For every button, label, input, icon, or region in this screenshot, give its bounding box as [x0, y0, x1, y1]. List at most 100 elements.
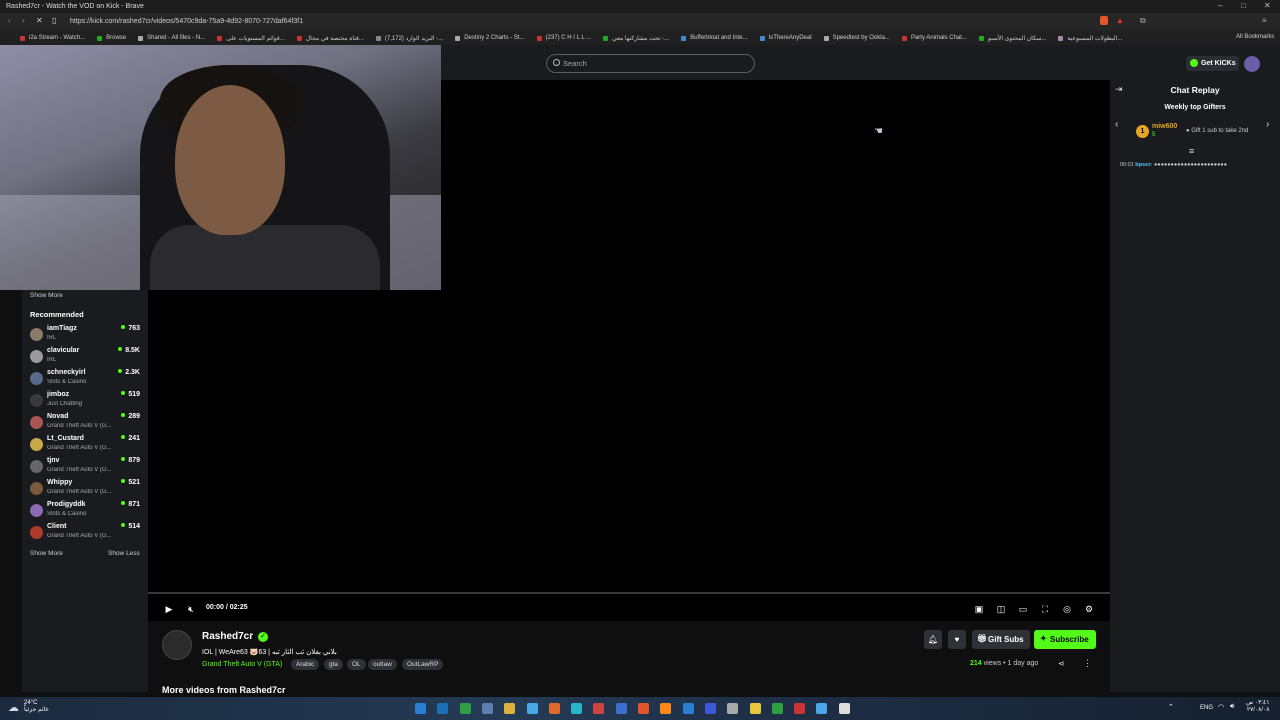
bookmark-item[interactable]: IsThereAnyDeal — [759, 35, 812, 41]
tray-overflow-icon[interactable]: ⌃ — [1168, 703, 1174, 711]
taskbar-app-icon[interactable] — [437, 703, 449, 714]
taskbar-app-icon[interactable] — [771, 703, 783, 714]
forward-icon[interactable]: › — [22, 16, 25, 25]
bookmark-item[interactable]: Party Animals Chat... — [901, 35, 967, 41]
minimize-icon[interactable]: – — [1218, 1, 1222, 10]
url-field[interactable]: https://kick.com/rashed7cr/videos/5470c9… — [70, 15, 303, 29]
tag-chip[interactable]: Arabic — [291, 659, 320, 670]
taskbar-app-icon[interactable] — [504, 703, 516, 714]
recommended-channel[interactable]: Novad Grand Theft Auto V (G... 289 — [30, 413, 142, 435]
follow-heart-icon[interactable]: ♥ — [948, 630, 966, 649]
filter-icon[interactable]: ≡ — [1189, 146, 1194, 156]
recommended-channel[interactable]: clavicular IRL 8.5K — [30, 347, 142, 369]
brave-rewards-icon[interactable]: ▲ — [1116, 16, 1124, 25]
taskbar-app-icon[interactable] — [682, 703, 694, 714]
taskbar-app-icon[interactable] — [548, 703, 560, 714]
recommended-channel[interactable]: tjnv Grand Theft Auto V (G... 879 — [30, 457, 142, 479]
volume-icon[interactable]: 🔊︎ — [1230, 703, 1234, 711]
mini-player-icon[interactable]: ▣ — [973, 603, 985, 615]
bookmark-page-icon[interactable]: ▯ — [52, 16, 56, 25]
settings-icon[interactable]: ⚙ — [1083, 603, 1095, 615]
channel-name[interactable]: Rashed7cr — [202, 631, 253, 642]
clip-icon[interactable]: ◫ — [995, 603, 1007, 615]
mute-icon[interactable]: 🔇︎ — [185, 603, 197, 615]
show-more-following-link[interactable]: Show More — [30, 292, 63, 299]
close-icon[interactable]: ✕ — [1264, 1, 1271, 10]
recommended-channel[interactable]: jimboz Just Chatting 519 — [30, 391, 142, 413]
taskbar-app-icon[interactable] — [481, 703, 493, 714]
taskbar-app-icon[interactable] — [571, 703, 583, 714]
taskbar-app-icon[interactable] — [727, 703, 739, 714]
wifi-icon[interactable]: ◠ — [1218, 703, 1224, 711]
taskbar-app-icon[interactable] — [459, 703, 471, 714]
bookmark-item[interactable]: قناة مختصة في مجال... — [296, 35, 364, 42]
bookmark-item[interactable]: تحت مشاركتها معي -... — [603, 35, 669, 42]
gift-subs-button[interactable]: 🎁︎ Gift Subs — [972, 630, 1030, 649]
bookmark-item[interactable]: (7,172) البريد الوارد -... — [375, 35, 443, 42]
back-icon[interactable]: ‹ — [8, 16, 11, 25]
recommended-channel[interactable]: Prodigyddk Slots & Casino 871 — [30, 501, 142, 523]
taskbar-app-icon[interactable] — [593, 703, 605, 714]
taskbar-app-icon[interactable] — [749, 703, 761, 714]
tag-chip[interactable]: OL — [347, 659, 366, 670]
taskbar-app-icon[interactable] — [638, 703, 649, 714]
brave-shields-icon[interactable] — [1100, 16, 1108, 25]
share-icon[interactable]: ⋖ — [1058, 659, 1065, 668]
bookmark-item[interactable]: Speedtest by Ookla... — [823, 35, 890, 41]
playback-speed-icon[interactable]: ◎ — [1061, 603, 1073, 615]
subscribe-button[interactable]: ✦ Subscribe — [1034, 630, 1096, 649]
extensions-icon[interactable]: ⧉ — [1140, 16, 1146, 26]
bookmark-item[interactable]: Bufferbloat and Inte... — [681, 35, 748, 41]
play-icon[interactable]: ▶ — [163, 603, 175, 615]
bookmark-item[interactable]: قوائم المستويات على... — [217, 35, 285, 42]
taskbar-app-icon[interactable] — [794, 703, 806, 714]
chat-message: 00:01 bpsez: ●●●●●●●●●●●●●●●●●●●●●● — [1120, 162, 1227, 168]
taskbar-app-icon[interactable] — [526, 703, 538, 714]
recommended-channel[interactable]: Whippy Grand Theft Auto V (G... 521 — [30, 479, 142, 501]
bookmark-item[interactable]: i2a Stream - Watch... — [20, 35, 85, 41]
notifications-bell-icon[interactable]: 🔔︎ — [924, 630, 942, 649]
weather-icon[interactable]: ☁ — [8, 701, 19, 714]
recommended-channel[interactable]: schneckyirl Slots & Casino 2.3K — [30, 369, 142, 391]
bookmark-item[interactable]: Destiny 2 Charts - St... — [455, 35, 525, 41]
bookmark-item[interactable]: Browse — [97, 35, 126, 41]
tag-chip[interactable]: outlaw — [368, 659, 397, 670]
input-language[interactable]: ENG — [1200, 705, 1213, 711]
taskbar-app-icon[interactable] — [838, 703, 850, 714]
theater-mode-icon[interactable]: ▭ — [1017, 603, 1029, 615]
system-clock[interactable]: ٠٣:٤١ ص ٢٧/٠٨/٠٨ — [1246, 700, 1269, 714]
channel-avatar[interactable] — [162, 630, 192, 660]
taskbar-app-icon[interactable] — [704, 703, 716, 714]
tag-chip[interactable]: gta — [324, 659, 344, 670]
taskbar-app-icon[interactable] — [816, 703, 828, 714]
bookmark-item[interactable]: سكان المحتوى الأسبو... — [978, 35, 1046, 42]
bookmark-item[interactable]: Shared - All files - N... — [138, 35, 205, 41]
chevron-left-icon[interactable]: ‹ — [1115, 119, 1118, 130]
bookmark-item[interactable]: (237) C H I L L ... — [536, 35, 591, 41]
recommended-channel[interactable]: iamTiagz IRL 763 — [30, 325, 142, 347]
taskbar-app-icon[interactable] — [615, 703, 627, 714]
show-less-link[interactable]: Show Less — [108, 550, 140, 557]
weather-widget[interactable]: 24°C غائم جزئياً — [24, 700, 49, 714]
menu-icon[interactable]: ≡ — [1262, 16, 1267, 25]
search-input[interactable]: Search — [546, 54, 755, 73]
user-avatar[interactable] — [1244, 56, 1260, 72]
chat-username[interactable]: bpsez — [1135, 162, 1151, 168]
game-category-link[interactable]: Grand Theft Auto V (GTA) — [202, 661, 282, 668]
bookmark-item[interactable]: البطولات المسبوعية... — [1058, 35, 1122, 42]
recommended-channel[interactable]: Client Grand Theft Auto V (G... 514 — [30, 523, 142, 545]
tag-chip[interactable]: OutLawRP — [402, 659, 444, 670]
maximize-icon[interactable]: □ — [1241, 1, 1246, 10]
chevron-right-icon[interactable]: › — [1266, 119, 1269, 130]
gifter-name[interactable]: miw600 — [1152, 123, 1177, 130]
all-bookmarks-link[interactable]: All Bookmarks — [1236, 34, 1274, 40]
fullscreen-icon[interactable]: ⛶ — [1039, 603, 1051, 615]
seek-bar[interactable] — [148, 592, 1110, 594]
taskbar-app-icon[interactable] — [660, 703, 672, 714]
reload-icon[interactable]: ✕ — [36, 16, 43, 25]
show-more-link[interactable]: Show More — [30, 550, 63, 557]
taskbar-app-icon[interactable] — [415, 703, 426, 714]
get-kicks-button[interactable]: Get KICKs — [1186, 56, 1239, 71]
recommended-channel[interactable]: Lt_Custard Grand Theft Auto V (G... 241 — [30, 435, 142, 457]
more-options-icon[interactable]: ⋮ — [1083, 658, 1092, 669]
